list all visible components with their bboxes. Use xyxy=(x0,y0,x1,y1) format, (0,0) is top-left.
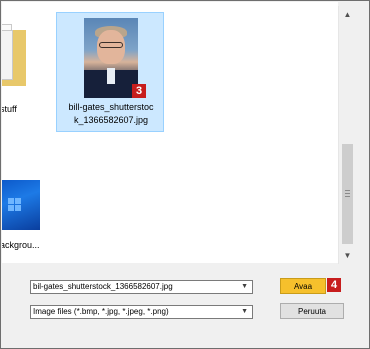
step-badge: 3 xyxy=(132,84,146,98)
file-item-label: ackgrou... xyxy=(2,240,40,250)
folder-item-stuff[interactable] xyxy=(2,24,30,96)
file-name-value: bil-gates_shutterstock_1366582607.jpg xyxy=(33,282,173,291)
image-thumbnail xyxy=(2,180,40,230)
file-name-input[interactable]: bil-gates_shutterstock_1366582607.jpg ▼ xyxy=(30,280,253,294)
image-thumbnail xyxy=(84,18,138,98)
file-item-label: bill-gates_shutterstoc k_1366582607.jpg xyxy=(57,101,165,127)
file-item-background[interactable] xyxy=(2,180,42,230)
chevron-down-icon[interactable]: ▼ xyxy=(241,306,248,318)
scrollbar-thumb[interactable] xyxy=(342,144,353,244)
vertical-scrollbar[interactable]: ▲ ▼ xyxy=(338,6,356,264)
chevron-down-icon[interactable]: ▼ xyxy=(241,281,248,293)
file-open-dialog: stuff 3 bill-gates_shutterstoc k_1366582… xyxy=(0,0,370,349)
open-button[interactable]: Avaa xyxy=(280,278,326,294)
file-type-value: Image files (*.bmp, *.jpg, *.jpeg, *.png… xyxy=(33,307,169,316)
file-label-line1: bill-gates_shutterstoc xyxy=(68,102,154,112)
file-list: stuff 3 bill-gates_shutterstoc k_1366582… xyxy=(2,2,338,263)
scroll-down-icon[interactable]: ▼ xyxy=(339,247,356,264)
grip-icon xyxy=(345,190,350,197)
folder-document-icon xyxy=(2,30,13,80)
cancel-button[interactable]: Peruuta xyxy=(280,303,344,319)
file-label-line2: k_1366582607.jpg xyxy=(73,115,149,125)
scroll-up-icon[interactable]: ▲ xyxy=(339,6,356,23)
folder-item-label: stuff xyxy=(2,104,17,114)
file-item-bill-gates[interactable]: 3 bill-gates_shutterstoc k_1366582607.jp… xyxy=(56,12,164,132)
step-badge: 4 xyxy=(327,278,341,292)
windows-logo-icon xyxy=(8,198,22,212)
file-type-select[interactable]: Image files (*.bmp, *.jpg, *.jpeg, *.png… xyxy=(30,305,253,319)
